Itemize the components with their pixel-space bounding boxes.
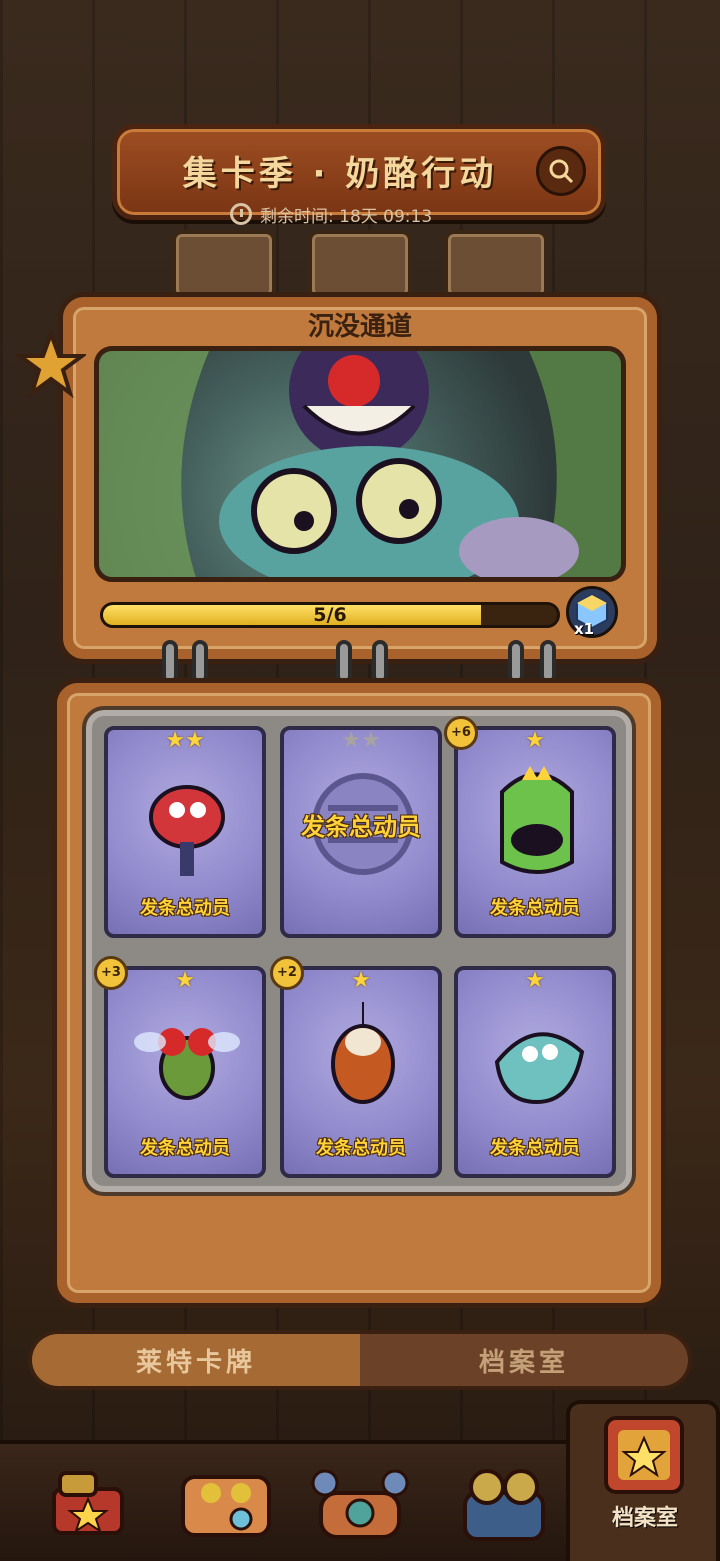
remaining-time-text: 剩余时间: 18天 09:13 bbox=[260, 206, 433, 227]
search-button[interactable] bbox=[536, 146, 586, 196]
fly-character-icon bbox=[134, 1028, 240, 1100]
robot-rat-character-icon bbox=[149, 785, 225, 876]
duplicate-count-badge: +3 bbox=[94, 956, 128, 990]
ghost-rat-character-icon bbox=[494, 1032, 585, 1105]
tab-archive[interactable]: 档案室 bbox=[360, 1334, 688, 1386]
duplicate-count-badge: +2 bbox=[270, 956, 304, 990]
lunchbox-icon bbox=[181, 1475, 271, 1537]
card-slot[interactable]: ★ 发条总动员 bbox=[454, 966, 616, 1178]
duplicate-count-badge: +6 bbox=[444, 716, 478, 750]
archive-book-icon bbox=[596, 1408, 692, 1500]
clock-icon bbox=[230, 203, 252, 225]
card-slot[interactable]: ★★ 发条总动员 bbox=[280, 726, 442, 938]
nav-item-machine[interactable] bbox=[300, 1446, 420, 1556]
chapter-title: 沉没通道 bbox=[307, 312, 412, 342]
card-label: 发条总动员 bbox=[301, 813, 421, 841]
card-slot[interactable]: ★ 发条总动员 bbox=[104, 966, 266, 1178]
event-title: 集卡季 · 奶酪行动 bbox=[182, 154, 498, 194]
chapter-art bbox=[99, 351, 621, 577]
card-slot[interactable]: ★ 发条总动员 bbox=[280, 966, 442, 1178]
card-stars: ★ bbox=[525, 968, 545, 993]
card-label: 发条总动员 bbox=[490, 898, 580, 919]
card-stars: ★★ bbox=[341, 728, 381, 753]
nav-archive-label: 档案室 bbox=[611, 1506, 678, 1531]
reward-count: x1 bbox=[574, 620, 595, 638]
card-label: 发条总动员 bbox=[490, 1138, 580, 1159]
nav-item-goggles[interactable] bbox=[444, 1446, 564, 1556]
album-tab-2[interactable] bbox=[308, 230, 412, 300]
album-tab-3[interactable] bbox=[444, 230, 548, 300]
goggles-bag-icon bbox=[463, 1469, 545, 1541]
card-stars: ★ bbox=[351, 968, 371, 993]
album-tab-1[interactable] bbox=[172, 230, 276, 300]
card-stars: ★ bbox=[525, 728, 545, 753]
remaining-time: 剩余时间: 18天 09:13 bbox=[230, 200, 510, 228]
magnifier-icon bbox=[549, 159, 574, 184]
card-slot[interactable]: ★★ 发条总动员 bbox=[104, 726, 266, 938]
spider-rat-character-icon bbox=[331, 1002, 395, 1104]
chapter-illustration bbox=[94, 346, 626, 582]
star-badge-icon bbox=[16, 330, 86, 399]
card-label: 发条总动员 bbox=[316, 1138, 406, 1159]
tab-light-cards[interactable]: 莱特卡牌 bbox=[32, 1334, 360, 1386]
nav-item-lunchbox[interactable] bbox=[166, 1446, 286, 1556]
card-label: 发条总动员 bbox=[140, 1138, 230, 1159]
nav-item-chest[interactable] bbox=[28, 1446, 148, 1556]
card-label: 发条总动员 bbox=[140, 898, 230, 919]
machine-icon bbox=[311, 1469, 409, 1539]
card-stars: ★★ bbox=[165, 728, 205, 753]
slime-king-character-icon bbox=[500, 766, 574, 874]
treasure-chest-icon bbox=[52, 1471, 124, 1535]
album-tabs: 莱特卡牌 档案室 bbox=[28, 1330, 692, 1390]
card-slot[interactable]: ★ 发条总动员 bbox=[454, 726, 616, 938]
progress-text: 5/6 bbox=[313, 604, 347, 626]
card-stars: ★ bbox=[175, 968, 195, 993]
